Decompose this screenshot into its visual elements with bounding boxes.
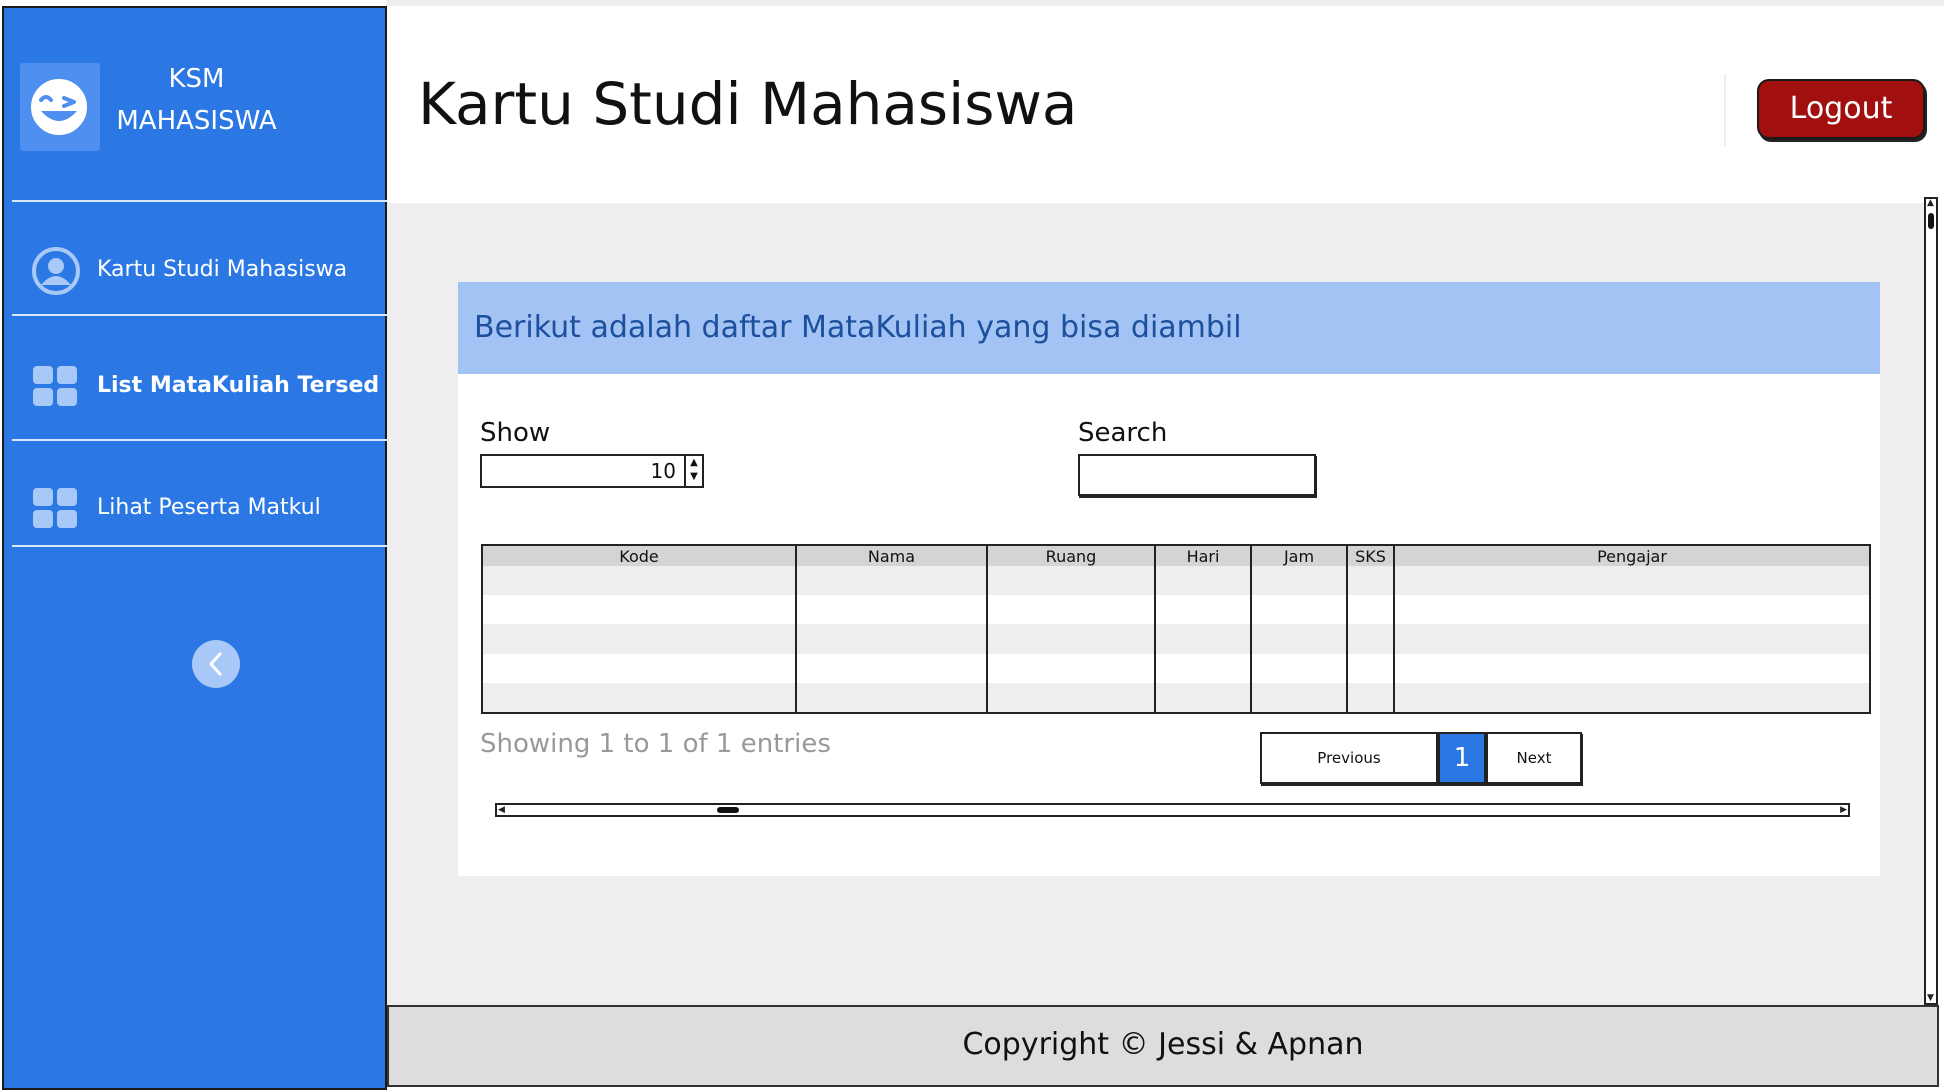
sidebar: KSM MAHASISWA Kartu Studi Mahasiswa List… (2, 6, 387, 1090)
search-label: Search (1078, 418, 1168, 448)
vertical-scrollbar[interactable]: ▲ ▼ (1924, 197, 1938, 1005)
sidebar-collapse-button[interactable] (192, 640, 240, 688)
brand: KSM MAHASISWA (4, 8, 389, 200)
page-number-button[interactable]: 1 (1438, 732, 1486, 784)
course-table: Kode Nama Ruang Hari Jam SKS Pengajar (481, 544, 1871, 714)
brand-line-2: MAHASISWA (116, 106, 277, 136)
grid-icon (32, 363, 80, 411)
column-header-sks[interactable]: SKS (1347, 546, 1395, 566)
table-row (483, 595, 1869, 625)
scroll-left-icon[interactable]: ◀ (498, 805, 505, 815)
scroll-right-icon[interactable]: ▶ (1840, 805, 1847, 815)
search-input[interactable] (1078, 454, 1316, 496)
chevron-left-icon (209, 652, 222, 676)
logout-button[interactable]: Logout (1757, 79, 1925, 139)
column-header-nama[interactable]: Nama (796, 546, 988, 566)
previous-page-button[interactable]: Previous (1260, 732, 1438, 784)
horizontal-scrollbar[interactable]: ◀ ▶ (495, 803, 1850, 817)
copyright-text: Copyright © Jessi & Apnan (962, 1027, 1364, 1062)
entries-info: Showing 1 to 1 of 1 entries (480, 729, 831, 759)
entries-value: 10 (650, 459, 676, 483)
table-row (483, 566, 1869, 596)
column-header-pengajar[interactable]: Pengajar (1394, 546, 1869, 566)
column-header-kode[interactable]: Kode (483, 546, 797, 566)
banner-text: Berikut adalah daftar MataKuliah yang bi… (474, 310, 1242, 345)
footer: Copyright © Jessi & Apnan (387, 1005, 1939, 1087)
sidebar-divider (12, 314, 387, 316)
page-title: Kartu Studi Mahasiswa (418, 70, 1078, 138)
spinner-arrows-icon[interactable]: ▲ ▼ (684, 456, 702, 486)
scroll-thumb[interactable] (717, 807, 739, 813)
sidebar-item-lihat-peserta[interactable]: Lihat Peserta Matkul (4, 463, 387, 553)
brand-line-1: KSM (168, 64, 225, 94)
column-header-hari[interactable]: Hari (1155, 546, 1252, 566)
scroll-thumb[interactable] (1928, 213, 1934, 229)
sidebar-divider (12, 200, 387, 202)
top-border (386, 0, 1944, 6)
wink-smiley-icon (20, 63, 100, 151)
sidebar-item-label: Lihat Peserta Matkul (97, 495, 321, 520)
header-divider (1724, 74, 1726, 146)
brand-name: KSM MAHASISWA (104, 58, 289, 142)
table-row (483, 624, 1869, 654)
entries-per-page-stepper[interactable]: 10 ▲ ▼ (480, 454, 704, 488)
table-row (483, 653, 1869, 683)
sidebar-item-list-matakuliah[interactable]: List MataKuliah Tersedia (4, 341, 387, 431)
sidebar-divider (12, 439, 387, 441)
sidebar-item-kartu-studi[interactable]: Kartu Studi Mahasiswa (4, 225, 387, 315)
column-header-jam[interactable]: Jam (1251, 546, 1348, 566)
scroll-up-icon[interactable]: ▲ (1927, 199, 1934, 208)
grid-icon (32, 485, 80, 533)
sidebar-item-label: List MataKuliah Tersedia (97, 373, 379, 398)
course-list-card: Berikut adalah daftar MataKuliah yang bi… (458, 282, 1880, 876)
table-header-row: Kode Nama Ruang Hari Jam SKS Pengajar (483, 546, 1869, 566)
sidebar-item-label: Kartu Studi Mahasiswa (97, 257, 348, 282)
column-header-ruang[interactable]: Ruang (987, 546, 1156, 566)
app-window: KSM MAHASISWA Kartu Studi Mahasiswa List… (0, 0, 1944, 1090)
user-icon (32, 247, 80, 295)
next-page-button[interactable]: Next (1486, 732, 1582, 784)
sidebar-divider (12, 545, 387, 547)
show-label: Show (480, 418, 551, 448)
scroll-down-icon[interactable]: ▼ (1927, 994, 1934, 1003)
table-row (483, 682, 1869, 712)
info-banner: Berikut adalah daftar MataKuliah yang bi… (458, 282, 1880, 374)
